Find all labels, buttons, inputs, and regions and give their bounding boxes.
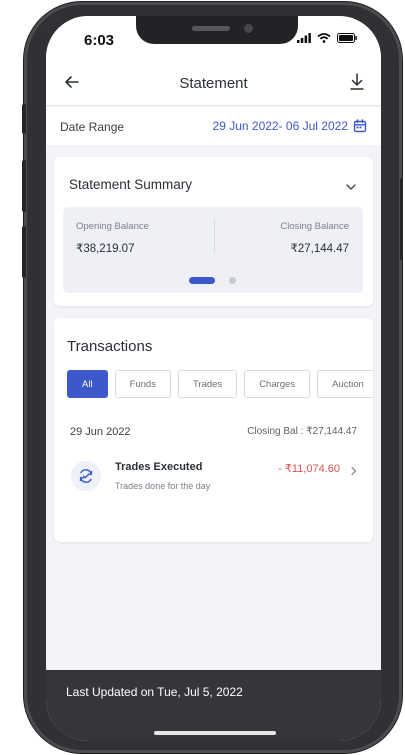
notch-speaker — [192, 26, 230, 31]
statement-summary-card: Statement Summary Opening Balance ₹38,21… — [54, 157, 373, 306]
chevron-down-icon — [346, 184, 356, 190]
transaction-details-arrow[interactable] — [350, 463, 358, 476]
download-button[interactable] — [347, 71, 367, 93]
balance-divider — [214, 219, 215, 253]
summary-title: Statement Summary — [69, 177, 193, 192]
phone-power-button — [400, 178, 403, 260]
opening-balance: Opening Balance ₹38,219.07 — [76, 221, 149, 255]
transaction-amount: - ₹11,074.60 — [278, 463, 340, 475]
notch-camera — [244, 24, 253, 33]
download-icon — [350, 73, 364, 90]
tab-auction[interactable]: Auction — [317, 370, 373, 398]
opening-balance-value: ₹38,219.07 — [76, 243, 135, 255]
signal-icon — [297, 33, 311, 43]
phone-volume-down — [22, 226, 26, 278]
date-range-label: Date Range — [60, 120, 125, 134]
tab-funds[interactable]: Funds — [114, 370, 171, 398]
last-updated-text: Last Updated on Tue, Jul 5, 2022 — [66, 685, 243, 699]
balance-carousel[interactable]: Opening Balance ₹38,219.07 Closing Balan… — [63, 207, 363, 293]
page-title: Statement — [179, 75, 248, 92]
closing-balance: Closing Balance ₹27,144.47 — [280, 221, 349, 255]
opening-balance-label: Opening Balance — [76, 221, 149, 232]
battery-icon — [337, 33, 357, 43]
last-updated-footer: Last Updated on Tue, Jul 5, 2022 — [46, 670, 381, 741]
transactions-card: Transactions All Funds Trades Charges Au… — [54, 318, 373, 542]
tab-charges[interactable]: Charges — [244, 370, 311, 398]
carousel-dot[interactable] — [229, 277, 236, 284]
transaction-name: Trades Executed — [115, 461, 203, 473]
phone-silent-switch — [22, 104, 26, 134]
transaction-icon-badge — [71, 461, 101, 491]
transactions-title: Transactions — [67, 338, 153, 355]
transaction-filter-tabs: All Funds Trades Charges Auction — [67, 370, 373, 398]
transaction-subtitle: Trades done for the day — [115, 481, 211, 491]
chevron-right-icon — [351, 466, 357, 476]
app-screen: 6:03 Statement Date Range 29 Jun 2022- 0… — [46, 16, 381, 741]
carousel-dot-active[interactable] — [189, 277, 215, 284]
date-range-value: 29 Jun 2022- 06 Jul 2022 — [212, 119, 348, 133]
tab-trades[interactable]: Trades — [177, 370, 238, 398]
wifi-icon — [317, 33, 331, 43]
date-range-picker[interactable]: 29 Jun 2022- 06 Jul 2022 — [213, 119, 367, 133]
transaction-row[interactable]: Trades Executed Trades done for the day … — [68, 456, 360, 498]
status-icons — [297, 33, 357, 43]
summary-collapse-toggle[interactable] — [345, 179, 357, 190]
tab-all[interactable]: All — [67, 370, 108, 398]
phone-notch — [136, 16, 298, 44]
home-indicator[interactable] — [154, 731, 276, 735]
date-range-row[interactable]: Date Range 29 Jun 2022- 06 Jul 2022 — [46, 107, 381, 145]
transaction-group-date: 29 Jun 2022 — [70, 426, 131, 438]
app-header: Statement — [46, 60, 381, 106]
transaction-group-closing-balance: Closing Bal : ₹27,144.47 — [247, 426, 357, 437]
closing-balance-value: ₹27,144.47 — [290, 243, 349, 255]
sync-check-icon — [79, 469, 93, 483]
closing-balance-label: Closing Balance — [280, 221, 349, 232]
status-time: 6:03 — [84, 32, 115, 49]
calendar-icon — [353, 119, 367, 133]
phone-volume-up — [22, 160, 26, 212]
